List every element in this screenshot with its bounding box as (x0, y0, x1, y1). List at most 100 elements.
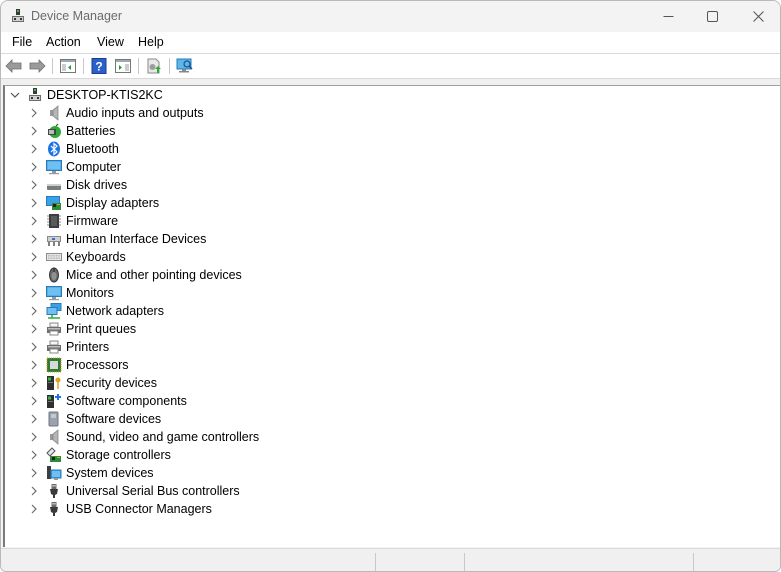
usb-icon (46, 483, 62, 499)
chevron-right-icon[interactable] (28, 464, 40, 482)
show-hide-console-tree-button[interactable] (59, 57, 77, 75)
tree-node-label: Keyboards (66, 250, 126, 264)
tree-node[interactable]: Security devices (28, 374, 157, 392)
tree-node[interactable]: Network adapters (28, 302, 164, 320)
monitor-icon (46, 159, 62, 175)
help-button[interactable]: ? (90, 57, 108, 75)
maximize-icon (706, 11, 718, 22)
tree-node[interactable]: Storage controllers (28, 446, 171, 464)
device-manager-window: Device Manager File Action View Help ? D… (0, 0, 781, 572)
chevron-right-icon[interactable] (28, 320, 40, 338)
close-button[interactable] (735, 1, 780, 32)
processor-icon (46, 357, 62, 373)
chevron-right-icon[interactable] (28, 266, 40, 284)
tree-root-node[interactable]: DESKTOP-KTIS2KC (9, 86, 163, 104)
tree-node[interactable]: Processors (28, 356, 129, 374)
chevron-right-icon[interactable] (28, 500, 40, 518)
chevron-right-icon[interactable] (28, 194, 40, 212)
toolbar: ? (1, 54, 780, 131)
chevron-right-icon[interactable] (28, 356, 40, 374)
chevron-right-icon[interactable] (28, 410, 40, 428)
chevron-down-icon[interactable] (9, 86, 21, 104)
maximize-button[interactable] (689, 1, 735, 32)
help-icon: ? (91, 58, 107, 74)
chevron-right-icon[interactable] (28, 338, 40, 356)
menu-action[interactable]: Action (46, 35, 81, 49)
menu-help[interactable]: Help (138, 35, 164, 49)
chevron-right-icon[interactable] (28, 284, 40, 302)
toolbar-separator (52, 58, 53, 74)
tree-node-label: Bluetooth (66, 142, 119, 156)
back-button[interactable] (5, 57, 23, 75)
update-driver-button[interactable] (145, 57, 163, 75)
chevron-right-icon[interactable] (28, 176, 40, 194)
tree-node[interactable]: Bluetooth (28, 140, 119, 158)
tree-node[interactable]: Software devices (28, 410, 161, 428)
tree-node[interactable]: Universal Serial Bus controllers (28, 482, 240, 500)
tree-node[interactable]: Computer (28, 158, 121, 176)
tree-node-label: Monitors (66, 286, 114, 300)
scan-hardware-changes-button[interactable] (176, 57, 194, 75)
tree-node[interactable]: USB Connector Managers (28, 500, 212, 518)
display-adapter-icon (46, 195, 62, 211)
chevron-right-icon[interactable] (28, 374, 40, 392)
chevron-right-icon[interactable] (28, 302, 40, 320)
tree-node[interactable]: Print queues (28, 320, 136, 338)
tree-node-label: Software devices (66, 412, 162, 426)
tree-node-label: System devices (66, 466, 154, 480)
window-title: Device Manager (31, 9, 123, 23)
forward-button[interactable] (28, 57, 46, 75)
toolbar-separator (138, 58, 139, 74)
tree-node-label: Audio inputs and outputs (66, 106, 204, 120)
printer-icon (46, 339, 62, 355)
tree-node-label: Storage controllers (66, 448, 171, 462)
back-arrow-icon (5, 59, 22, 73)
tree-node[interactable]: Firmware (28, 212, 118, 230)
status-divider (693, 553, 694, 571)
minimize-icon (663, 16, 673, 17)
tree-node[interactable]: Disk drives (28, 176, 127, 194)
tree-node[interactable]: Mice and other pointing devices (28, 266, 242, 284)
device-tree[interactable]: DESKTOP-KTIS2KC Audio inputs and outputs… (3, 85, 780, 547)
chevron-right-icon[interactable] (28, 428, 40, 446)
tree-node[interactable]: Printers (28, 338, 109, 356)
software-device-icon (46, 411, 62, 427)
tree-node[interactable]: Display adapters (28, 194, 159, 212)
system-device-icon (46, 465, 62, 481)
tree-node[interactable]: Software components (28, 392, 187, 410)
keyboard-icon (46, 249, 62, 265)
chevron-right-icon[interactable] (28, 446, 40, 464)
status-divider (464, 553, 465, 571)
action-pane-icon (115, 59, 131, 73)
tree-node[interactable]: Keyboards (28, 248, 126, 266)
mouse-icon (46, 267, 62, 283)
storage-controller-icon (46, 447, 62, 463)
tree-node[interactable]: Batteries (28, 122, 115, 140)
menu-view[interactable]: View (97, 35, 124, 49)
chevron-right-icon[interactable] (28, 392, 40, 410)
tree-node[interactable]: Human Interface Devices (28, 230, 206, 248)
menu-file[interactable]: File (12, 35, 32, 49)
chevron-right-icon[interactable] (28, 248, 40, 266)
svg-text:?: ? (95, 60, 102, 74)
tree-node[interactable]: System devices (28, 464, 154, 482)
chevron-right-icon[interactable] (28, 230, 40, 248)
minimize-button[interactable] (645, 1, 691, 32)
tree-node[interactable]: Monitors (28, 284, 114, 302)
tree-node[interactable]: Audio inputs and outputs (28, 104, 204, 122)
tree-node-label: Firmware (66, 214, 119, 228)
chevron-right-icon[interactable] (28, 158, 40, 176)
show-hide-action-pane-button[interactable] (114, 57, 132, 75)
computer-tower-icon (27, 87, 43, 103)
tree-node-label: Software components (66, 394, 187, 408)
tree-node[interactable]: Sound, video and game controllers (28, 428, 259, 446)
chevron-right-icon[interactable] (28, 122, 40, 140)
printer-icon (46, 321, 62, 337)
title-bar[interactable]: Device Manager (1, 1, 780, 32)
speaker-icon (46, 429, 62, 445)
monitor-icon (46, 285, 62, 301)
chevron-right-icon[interactable] (28, 104, 40, 122)
chevron-right-icon[interactable] (28, 482, 40, 500)
chevron-right-icon[interactable] (28, 212, 40, 230)
chevron-right-icon[interactable] (28, 140, 40, 158)
